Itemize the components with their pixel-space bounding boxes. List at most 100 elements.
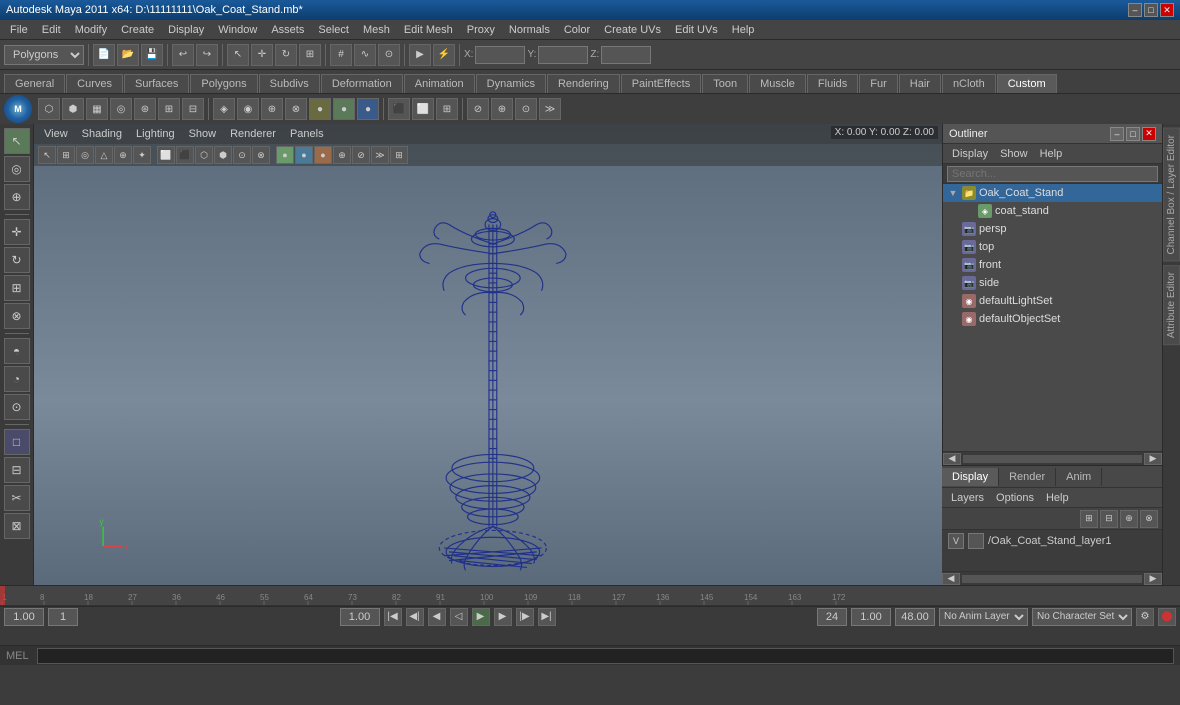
- vp-btn-13[interactable]: ●: [276, 146, 294, 164]
- tab-deformation[interactable]: Deformation: [321, 74, 403, 93]
- play-back-btn[interactable]: ◁: [450, 608, 468, 626]
- menu-edit[interactable]: Edit: [36, 22, 67, 38]
- outliner-show-menu[interactable]: Show: [995, 147, 1033, 161]
- vp-btn-9[interactable]: ⬡: [195, 146, 213, 164]
- vp-btn-7[interactable]: ⬜: [157, 146, 175, 164]
- side-tab-channel-box[interactable]: Channel Box / Layer Editor: [1163, 128, 1180, 262]
- menu-modify[interactable]: Modify: [69, 22, 113, 38]
- shelf-btn-19[interactable]: ⊕: [491, 98, 513, 120]
- tree-item-side[interactable]: 📷 side: [943, 274, 1162, 292]
- tab-subdivs[interactable]: Subdivs: [259, 74, 320, 93]
- shelf-btn-4[interactable]: ◎: [110, 98, 132, 120]
- render-btn[interactable]: ▶: [409, 44, 431, 66]
- layer-menu-layers[interactable]: Layers: [946, 491, 989, 505]
- shelf-btn-18[interactable]: ⊘: [467, 98, 489, 120]
- vp-btn-1[interactable]: ↖: [38, 146, 56, 164]
- tab-animation[interactable]: Animation: [404, 74, 475, 93]
- lasso-tool[interactable]: ◎: [4, 156, 30, 182]
- vp-btn-4[interactable]: △: [95, 146, 113, 164]
- side-tab-attribute-editor[interactable]: Attribute Editor: [1163, 265, 1180, 345]
- go-start-btn[interactable]: |◀: [384, 608, 402, 626]
- scroll-left-btn[interactable]: ◀: [943, 453, 961, 465]
- vp-menu-panels[interactable]: Panels: [284, 126, 330, 142]
- tree-item-top[interactable]: 📷 top: [943, 238, 1162, 256]
- tree-item-front[interactable]: 📷 front: [943, 256, 1162, 274]
- snap-curve-btn[interactable]: ∿: [354, 44, 376, 66]
- vp-btn-8[interactable]: ⬛: [176, 146, 194, 164]
- open-btn[interactable]: 📂: [117, 44, 139, 66]
- start-frame-input[interactable]: [4, 608, 44, 626]
- layer-menu-options[interactable]: Options: [991, 491, 1039, 505]
- tree-item-persp[interactable]: 📷 persp: [943, 220, 1162, 238]
- vp-btn-16[interactable]: ⊕: [333, 146, 351, 164]
- expand-icon-objectset[interactable]: [947, 313, 959, 325]
- mode-dropdown[interactable]: Polygons Animation Rendering Dynamics nD…: [4, 45, 84, 65]
- new-scene-btn[interactable]: 📄: [93, 44, 115, 66]
- tab-toon[interactable]: Toon: [702, 74, 748, 93]
- menu-normals[interactable]: Normals: [503, 22, 556, 38]
- snap-grid-btn[interactable]: #: [330, 44, 352, 66]
- trim-tool[interactable]: ✂: [4, 485, 30, 511]
- current-frame-input[interactable]: [48, 608, 78, 626]
- expand-icon-front[interactable]: [947, 259, 959, 271]
- tab-ncloth[interactable]: nCloth: [942, 74, 996, 93]
- layer-scroll-left[interactable]: ◀: [942, 573, 960, 585]
- create-subdiv-tool[interactable]: ⊟: [4, 457, 30, 483]
- select-btn[interactable]: ↖: [227, 44, 249, 66]
- shelf-btn-9[interactable]: ◉: [237, 98, 259, 120]
- sculpt-tool[interactable]: ◔: [4, 366, 30, 392]
- menu-file[interactable]: File: [4, 22, 34, 38]
- vp-menu-view[interactable]: View: [38, 126, 74, 142]
- shelf-btn-5[interactable]: ⊛: [134, 98, 156, 120]
- z-input[interactable]: [601, 46, 651, 64]
- vp-btn-18[interactable]: ≫: [371, 146, 389, 164]
- universal-manip[interactable]: ⊗: [4, 303, 30, 329]
- shelf-btn-6[interactable]: ⊞: [158, 98, 180, 120]
- create-poly-tool[interactable]: □: [4, 429, 30, 455]
- rotate-tool[interactable]: ↻: [4, 247, 30, 273]
- vp-btn-17[interactable]: ⊘: [352, 146, 370, 164]
- tab-surfaces[interactable]: Surfaces: [124, 74, 189, 93]
- tab-dynamics[interactable]: Dynamics: [476, 74, 546, 93]
- playback-speed-input[interactable]: [340, 608, 380, 626]
- outliner-search-input[interactable]: [947, 166, 1158, 182]
- menu-create-uvs[interactable]: Create UVs: [598, 22, 667, 38]
- outliner-help-menu[interactable]: Help: [1035, 147, 1068, 161]
- shelf-btn-7[interactable]: ⊟: [182, 98, 204, 120]
- shelf-btn-12[interactable]: ●: [309, 98, 331, 120]
- expand-icon-top[interactable]: [947, 241, 959, 253]
- layer-tab-display[interactable]: Display: [942, 468, 999, 486]
- tab-curves[interactable]: Curves: [66, 74, 123, 93]
- tree-item-objectset[interactable]: ◉ defaultObjectSet: [943, 310, 1162, 328]
- tab-muscle[interactable]: Muscle: [749, 74, 806, 93]
- expand-icon-coat[interactable]: [963, 205, 975, 217]
- tab-fur[interactable]: Fur: [859, 74, 898, 93]
- outliner-close-btn[interactable]: ✕: [1142, 127, 1156, 141]
- vp-btn-19[interactable]: ⊞: [390, 146, 408, 164]
- layer-scroll-right[interactable]: ▶: [1144, 573, 1162, 585]
- close-button[interactable]: ✕: [1160, 3, 1174, 17]
- mel-input-area[interactable]: [37, 648, 1174, 664]
- layer-tool-3[interactable]: ⊕: [1120, 510, 1138, 528]
- character-set-select[interactable]: No Character Set: [1032, 608, 1132, 626]
- tree-item-coat-stand[interactable]: ◈ coat_stand: [943, 202, 1162, 220]
- shelf-btn-21[interactable]: ≫: [539, 98, 561, 120]
- vp-btn-3[interactable]: ◎: [76, 146, 94, 164]
- x-input[interactable]: [475, 46, 525, 64]
- shelf-btn-1[interactable]: ⬡: [38, 98, 60, 120]
- outliner-display-menu[interactable]: Display: [947, 147, 993, 161]
- shelf-btn-10[interactable]: ⊕: [261, 98, 283, 120]
- go-end-btn[interactable]: ▶|: [538, 608, 556, 626]
- range-end-input[interactable]: [895, 608, 935, 626]
- tab-general[interactable]: General: [4, 74, 65, 93]
- anim-layer-select[interactable]: No Anim Layer: [939, 608, 1028, 626]
- vp-btn-15[interactable]: ●: [314, 146, 332, 164]
- menu-proxy[interactable]: Proxy: [461, 22, 501, 38]
- shelf-btn-8[interactable]: ◈: [213, 98, 235, 120]
- layer-menu-help[interactable]: Help: [1041, 491, 1074, 505]
- vp-btn-2[interactable]: ⊞: [57, 146, 75, 164]
- ipr-btn[interactable]: ⚡: [433, 44, 455, 66]
- expand-icon-persp[interactable]: [947, 223, 959, 235]
- move-tool[interactable]: ✛: [4, 219, 30, 245]
- next-key-btn[interactable]: |▶: [516, 608, 534, 626]
